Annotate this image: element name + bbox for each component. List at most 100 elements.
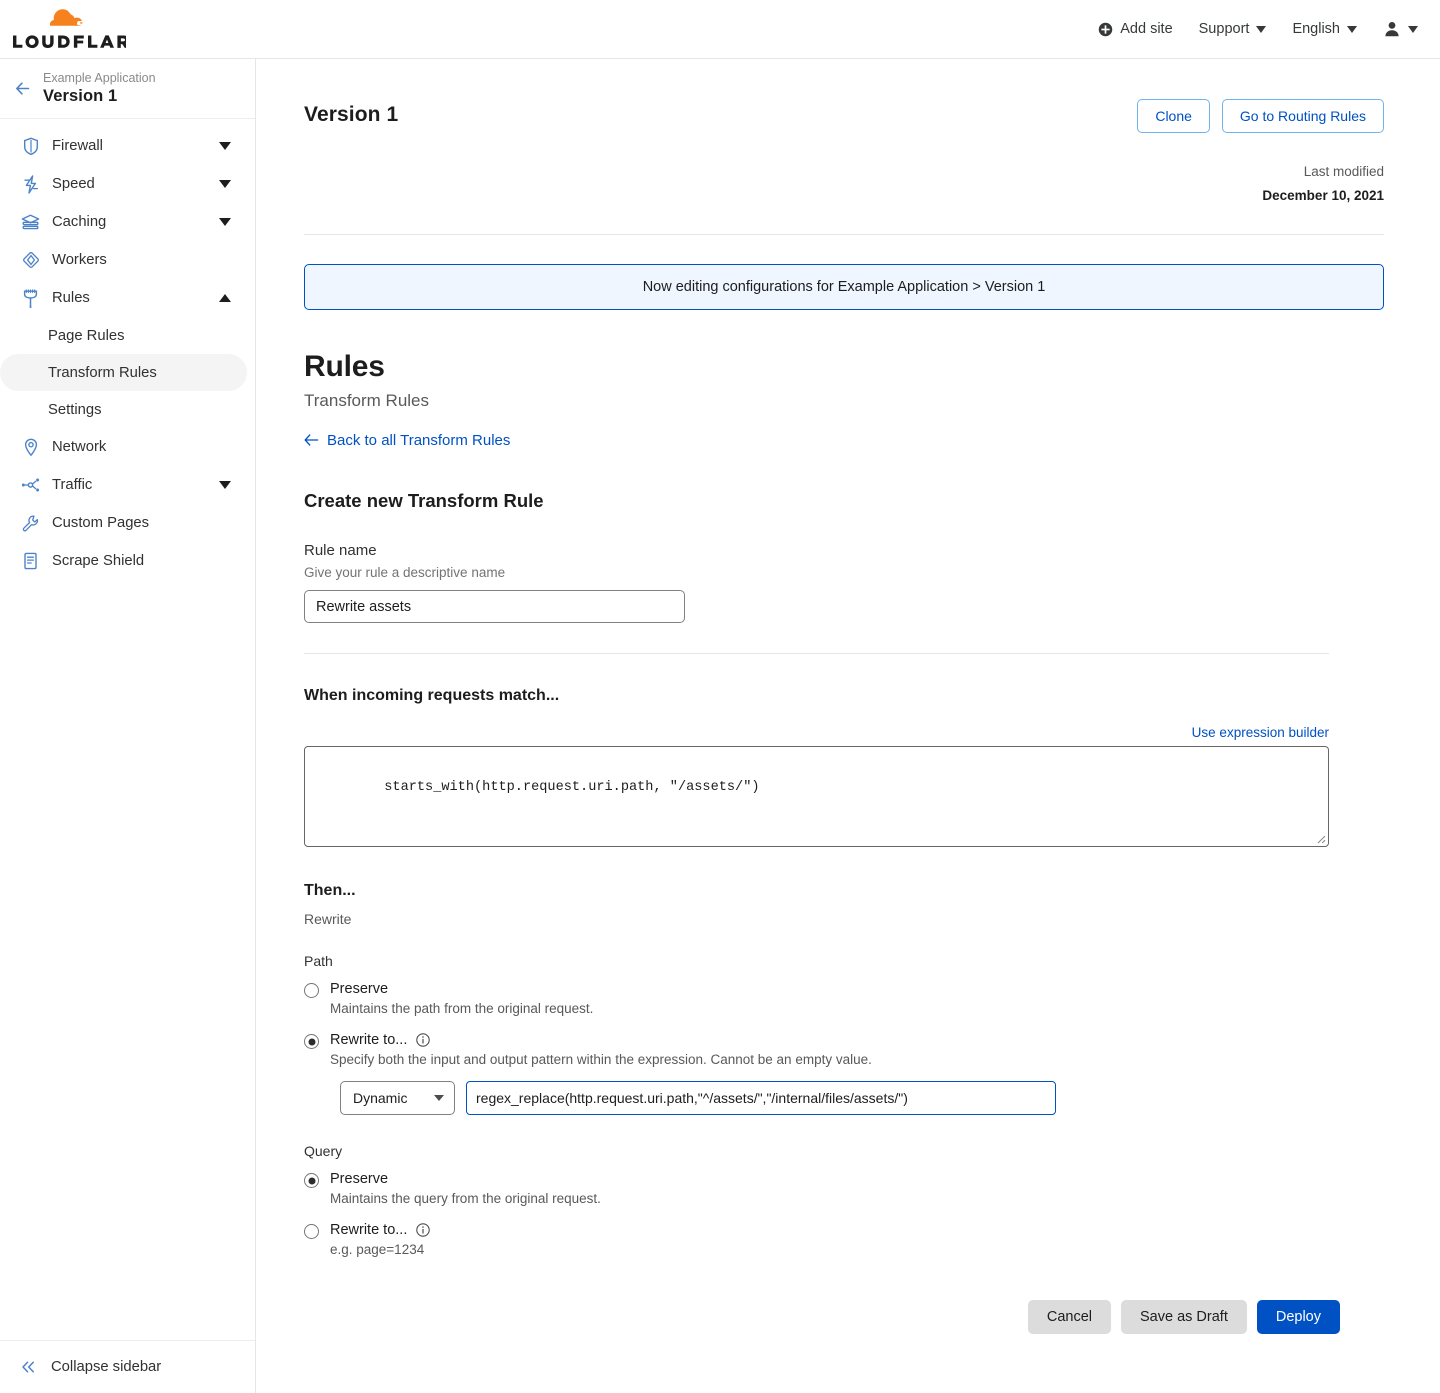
path-preserve-radio[interactable] [304, 983, 319, 998]
editing-banner: Now editing configurations for Example A… [304, 264, 1384, 310]
path-rewrite-type-select[interactable]: Dynamic [340, 1081, 455, 1115]
double-chevron-left-icon [20, 1360, 37, 1374]
sidebar-item-label: Workers [52, 252, 231, 268]
workers-icon [20, 251, 41, 269]
deploy-button[interactable]: Deploy [1257, 1300, 1340, 1334]
path-rewrite-expression-input[interactable] [466, 1081, 1056, 1115]
arrow-left-icon [14, 80, 31, 97]
path-rewrite-desc: Specify both the input and output patter… [330, 1052, 872, 1067]
language-menu[interactable]: English [1292, 21, 1357, 37]
last-modified-label: Last modified [304, 160, 1384, 184]
sidebar-item-label: Speed [52, 176, 219, 192]
network-pin-icon [20, 438, 41, 457]
collapse-sidebar-button[interactable]: Collapse sidebar [0, 1340, 255, 1393]
sidebar-item-network[interactable]: Network [8, 428, 247, 466]
sidebar-item-speed[interactable]: Speed [8, 165, 247, 203]
query-group-label: Query [304, 1143, 1384, 1159]
chevron-down-icon [219, 180, 231, 188]
wrench-icon [20, 514, 41, 532]
sidebar-item-settings[interactable]: Settings [0, 391, 247, 428]
add-site-label: Add site [1120, 21, 1172, 37]
sidebar-item-caching[interactable]: Caching [8, 203, 247, 241]
rule-name-label: Rule name [304, 542, 1384, 559]
clone-button[interactable]: Clone [1137, 99, 1210, 133]
page-header-actions: Clone Go to Routing Rules [1137, 99, 1384, 133]
path-preserve-desc: Maintains the path from the original req… [330, 1001, 593, 1016]
chevron-down-icon [434, 1095, 444, 1101]
sidebar-item-scrape-shield[interactable]: Scrape Shield [8, 542, 247, 580]
editing-banner-text: Now editing configurations for Example A… [643, 279, 1046, 295]
page-header: Version 1 Clone Go to Routing Rules [304, 99, 1384, 133]
info-icon[interactable] [416, 1223, 430, 1237]
query-preserve-desc: Maintains the query from the original re… [330, 1191, 601, 1206]
sidebar-item-firewall[interactable]: Firewall [8, 127, 247, 165]
path-rewrite-controls: Dynamic [340, 1081, 1384, 1115]
sidebar-nav-list: Firewall Speed Caching [0, 119, 255, 580]
sidebar-item-label: Caching [52, 214, 219, 230]
save-as-draft-button[interactable]: Save as Draft [1121, 1300, 1247, 1334]
arrow-left-icon [304, 433, 319, 447]
user-icon [1383, 20, 1401, 38]
expression-text: starts_with(http.request.uri.path, "/ass… [384, 780, 759, 795]
sidebar-item-label: Traffic [52, 477, 219, 493]
sidebar-subitem-label: Settings [48, 402, 101, 418]
rule-name-input[interactable] [304, 590, 685, 623]
chevron-down-icon [1256, 26, 1266, 33]
then-title: Then... [304, 882, 1384, 900]
sidebar-item-label: Firewall [52, 138, 219, 154]
section-title: Rules [304, 350, 1384, 385]
path-rewrite-radio[interactable] [304, 1034, 319, 1049]
user-menu[interactable] [1383, 20, 1418, 38]
cancel-button[interactable]: Cancel [1028, 1300, 1111, 1334]
when-match-title: When incoming requests match... [304, 687, 1384, 705]
sidebar-item-transform-rules[interactable]: Transform Rules [0, 354, 247, 391]
sidebar-app-name: Example Application [43, 72, 156, 86]
then-subtitle: Rewrite [304, 911, 1384, 927]
sidebar-item-custom-pages[interactable]: Custom Pages [8, 504, 247, 542]
header-divider [304, 234, 1384, 235]
query-preserve-option[interactable]: Preserve Maintains the query from the or… [304, 1171, 1384, 1206]
resize-handle-icon[interactable] [1313, 831, 1326, 844]
sidebar-item-label: Rules [52, 290, 219, 306]
sidebar: Example Application Version 1 Firewall S… [0, 59, 256, 1393]
chevron-up-icon [219, 294, 231, 302]
chevron-down-icon [1408, 26, 1418, 33]
expression-builder-row: Use expression builder [304, 725, 1329, 740]
cloudflare-dashboard: Add site Support English [0, 0, 1440, 1393]
query-rewrite-option[interactable]: Rewrite to... e.g. page=1234 [304, 1222, 1384, 1257]
sidebar-item-page-rules[interactable]: Page Rules [0, 317, 247, 354]
top-bar: Add site Support English [0, 0, 1440, 59]
sidebar-item-workers[interactable]: Workers [8, 241, 247, 279]
expression-editor[interactable]: starts_with(http.request.uri.path, "/ass… [304, 746, 1329, 847]
chevron-down-icon [219, 481, 231, 489]
back-to-all-transform-rules-link[interactable]: Back to all Transform Rules [304, 432, 510, 449]
sidebar-item-rules[interactable]: Rules [8, 279, 247, 317]
path-rewrite-option[interactable]: Rewrite to... Specify both the input and… [304, 1032, 1384, 1067]
collapse-sidebar-label: Collapse sidebar [51, 1359, 161, 1375]
last-modified-block: Last modified December 10, 2021 [304, 160, 1384, 207]
add-site-button[interactable]: Add site [1098, 21, 1172, 37]
path-preserve-label: Preserve [330, 981, 388, 997]
sidebar-version-name: Version 1 [43, 87, 156, 105]
use-expression-builder-link[interactable]: Use expression builder [1192, 725, 1329, 740]
cloudflare-logo[interactable] [0, 8, 126, 50]
sidebar-subitem-label: Page Rules [48, 328, 125, 344]
info-icon[interactable] [416, 1033, 430, 1047]
rule-name-hint: Give your rule a descriptive name [304, 565, 1384, 580]
go-to-routing-rules-button[interactable]: Go to Routing Rules [1222, 99, 1384, 133]
sidebar-back-header[interactable]: Example Application Version 1 [0, 59, 255, 119]
query-preserve-label: Preserve [330, 1171, 388, 1187]
path-preserve-option[interactable]: Preserve Maintains the path from the ori… [304, 981, 1384, 1016]
query-rewrite-radio[interactable] [304, 1224, 319, 1239]
query-preserve-radio[interactable] [304, 1173, 319, 1188]
bolt-icon [20, 175, 41, 194]
sidebar-item-traffic[interactable]: Traffic [8, 466, 247, 504]
support-menu[interactable]: Support [1199, 21, 1267, 37]
support-label: Support [1199, 21, 1250, 37]
chevron-down-icon [219, 142, 231, 150]
chevron-down-icon [1347, 26, 1357, 33]
create-rule-title: Create new Transform Rule [304, 490, 1384, 512]
document-icon [20, 552, 41, 570]
plus-circle-icon [1098, 22, 1113, 37]
language-label: English [1292, 21, 1340, 37]
